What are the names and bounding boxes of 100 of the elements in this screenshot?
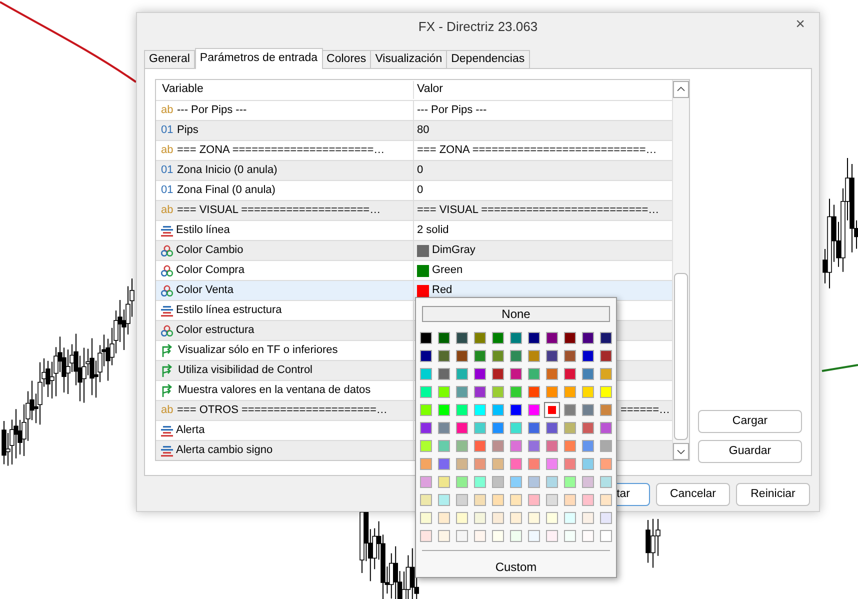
color-swatch[interactable] <box>420 422 432 434</box>
color-swatch[interactable] <box>582 440 594 452</box>
table-row[interactable]: ab === VISUAL ====================… === VISUAL ==========================… <box>156 200 672 220</box>
color-swatch[interactable] <box>420 332 432 344</box>
color-swatch[interactable] <box>510 440 522 452</box>
color-swatch[interactable] <box>528 332 540 344</box>
color-swatch[interactable] <box>510 404 522 416</box>
color-swatch[interactable] <box>600 386 612 398</box>
color-swatch[interactable] <box>492 368 504 380</box>
color-swatch[interactable] <box>564 476 576 488</box>
color-swatch[interactable] <box>492 386 504 398</box>
color-swatch[interactable] <box>474 440 486 452</box>
color-swatch[interactable] <box>510 350 522 362</box>
color-swatch[interactable] <box>582 332 594 344</box>
color-swatch[interactable] <box>546 494 558 506</box>
color-swatch[interactable] <box>528 440 540 452</box>
color-swatch[interactable] <box>438 512 450 524</box>
color-swatch[interactable] <box>438 440 450 452</box>
color-swatch[interactable] <box>564 404 576 416</box>
color-swatch[interactable] <box>600 368 612 380</box>
color-swatch[interactable] <box>492 404 504 416</box>
color-swatch[interactable] <box>420 440 432 452</box>
color-swatch[interactable] <box>546 476 558 488</box>
color-swatch[interactable] <box>600 440 612 452</box>
color-swatch[interactable] <box>510 422 522 434</box>
color-swatch[interactable] <box>474 458 486 470</box>
table-row[interactable]: 01 Pips 80 <box>156 120 672 140</box>
color-swatch[interactable] <box>510 386 522 398</box>
color-swatch[interactable] <box>582 476 594 488</box>
color-swatch[interactable] <box>600 530 612 542</box>
none-button[interactable]: None <box>422 306 610 322</box>
color-swatch[interactable] <box>546 422 558 434</box>
scrollbar[interactable] <box>672 80 689 460</box>
side-button[interactable]: Guardar <box>698 440 802 463</box>
color-swatch[interactable] <box>456 512 468 524</box>
color-swatch[interactable] <box>420 350 432 362</box>
color-swatch[interactable] <box>546 350 558 362</box>
table-row[interactable]: ab === ZONA ======================… === ZONA ===========================… <box>156 140 672 160</box>
tab[interactable]: Dependencias <box>446 50 530 68</box>
color-swatch[interactable] <box>528 512 540 524</box>
color-swatch[interactable] <box>420 512 432 524</box>
color-swatch[interactable] <box>528 404 540 416</box>
color-swatch[interactable] <box>474 494 486 506</box>
table-row[interactable]: 01 Zona Final (0 anula) 0 <box>156 180 672 200</box>
table-row[interactable]: Color Compra Green <box>156 260 672 280</box>
color-swatch[interactable] <box>438 494 450 506</box>
color-swatch[interactable] <box>456 404 468 416</box>
color-swatch[interactable] <box>582 404 594 416</box>
color-swatch[interactable] <box>546 332 558 344</box>
color-swatch[interactable] <box>600 494 612 506</box>
color-swatch[interactable] <box>600 458 612 470</box>
color-swatch[interactable] <box>438 476 450 488</box>
color-swatch[interactable] <box>456 458 468 470</box>
color-swatch[interactable] <box>600 350 612 362</box>
color-swatch[interactable] <box>438 404 450 416</box>
color-swatch[interactable] <box>474 512 486 524</box>
color-swatch[interactable] <box>456 368 468 380</box>
color-swatch[interactable] <box>420 386 432 398</box>
color-swatch[interactable] <box>492 422 504 434</box>
color-swatch[interactable] <box>438 422 450 434</box>
color-swatch[interactable] <box>456 494 468 506</box>
color-swatch[interactable] <box>420 530 432 542</box>
color-swatch[interactable] <box>600 404 612 416</box>
scroll-down-icon[interactable] <box>673 443 689 460</box>
color-swatch[interactable] <box>456 476 468 488</box>
color-swatch[interactable] <box>564 512 576 524</box>
custom-button[interactable]: Custom <box>487 558 545 576</box>
color-swatch[interactable] <box>582 350 594 362</box>
color-swatch[interactable] <box>528 422 540 434</box>
color-swatch[interactable] <box>492 530 504 542</box>
color-swatch[interactable] <box>474 422 486 434</box>
color-swatch[interactable] <box>582 458 594 470</box>
color-swatch[interactable] <box>546 530 558 542</box>
color-swatch[interactable] <box>438 386 450 398</box>
color-swatch[interactable] <box>420 368 432 380</box>
color-swatch[interactable] <box>600 332 612 344</box>
color-swatch[interactable] <box>510 368 522 380</box>
color-swatch[interactable] <box>456 422 468 434</box>
color-swatch[interactable] <box>456 530 468 542</box>
color-swatch[interactable] <box>510 530 522 542</box>
color-swatch[interactable] <box>582 512 594 524</box>
footer-button[interactable]: Reiniciar <box>736 483 810 506</box>
color-swatch[interactable] <box>420 458 432 470</box>
color-swatch[interactable] <box>438 458 450 470</box>
color-swatch[interactable] <box>582 530 594 542</box>
table-row[interactable]: 01 Zona Inicio (0 anula) 0 <box>156 160 672 180</box>
color-swatch[interactable] <box>456 332 468 344</box>
color-swatch[interactable] <box>474 476 486 488</box>
tab[interactable]: General <box>144 50 195 68</box>
color-swatch[interactable] <box>510 476 522 488</box>
color-swatch[interactable] <box>582 368 594 380</box>
color-swatch[interactable] <box>456 386 468 398</box>
color-swatch[interactable] <box>564 368 576 380</box>
color-swatch[interactable] <box>528 386 540 398</box>
color-swatch[interactable] <box>456 440 468 452</box>
color-swatch[interactable] <box>510 494 522 506</box>
tab[interactable]: Parámetros de entrada <box>194 48 323 69</box>
color-swatch[interactable] <box>510 458 522 470</box>
table-row[interactable]: Color Venta Red <box>156 280 672 300</box>
color-swatch[interactable] <box>546 368 558 380</box>
